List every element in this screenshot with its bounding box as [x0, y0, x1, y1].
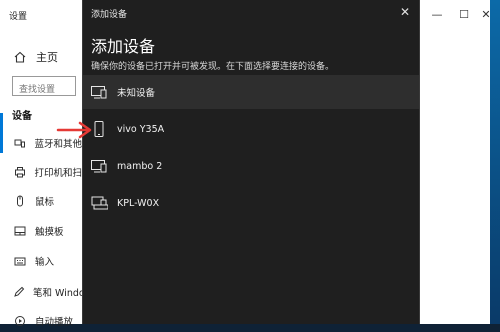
- annotation-arrow-icon: [56, 121, 92, 139]
- home-icon: [14, 48, 26, 67]
- nav-item-label: 鼠标: [35, 197, 55, 208]
- computer-icon: [89, 82, 109, 102]
- settings-content-area: [419, 32, 490, 324]
- desktop-icon: [89, 193, 109, 213]
- nav-home-label: 主页: [36, 51, 58, 64]
- pen-icon: [13, 285, 25, 299]
- computer-icon: [89, 156, 109, 176]
- device-item-kpl[interactable]: KPL-W0X: [83, 186, 419, 220]
- dialog-subtitle: 确保你的设备已打开并可被发现。在下面选择要连接的设备。: [91, 62, 335, 72]
- section-title: 设备: [12, 111, 32, 122]
- nav-item-label: 打印机和扫: [34, 168, 82, 179]
- device-name: 未知设备: [117, 88, 156, 99]
- close-button[interactable]: ✕: [474, 6, 498, 24]
- device-item-vivo[interactable]: vivo Y35A: [83, 112, 419, 146]
- nav-item-pen[interactable]: 笔和 Windo: [0, 281, 85, 303]
- nav-item-label: 触摸板: [35, 227, 64, 238]
- search-input[interactable]: [13, 81, 79, 98]
- dialog-titlebar: 添加设备 ✕: [83, 0, 419, 24]
- maximize-button[interactable]: ☐: [452, 6, 476, 24]
- nav-item-label: 输入: [35, 257, 55, 268]
- nav-item-touchpad[interactable]: 触摸板: [0, 220, 82, 242]
- nav-item-typing[interactable]: 输入: [0, 250, 82, 272]
- nav-item-autoplay[interactable]: 自动播放: [0, 310, 82, 332]
- nav-home[interactable]: 主页: [14, 48, 58, 66]
- nav-item-label: 自动播放: [35, 317, 74, 328]
- add-device-dialog: 添加设备 ✕ 添加设备 确保你的设备已打开并可被发现。在下面选择要连接的设备。 …: [82, 0, 420, 324]
- nav-item-mouse[interactable]: 鼠标: [0, 190, 82, 212]
- keyboard-icon: [13, 254, 27, 268]
- search-box[interactable]: [12, 76, 79, 98]
- nav-item-printers[interactable]: 打印机和扫: [0, 161, 82, 183]
- nav-item-label: 笔和 Windo: [33, 288, 85, 299]
- touchpad-icon: [13, 224, 27, 238]
- device-name: mambo 2: [117, 160, 163, 172]
- device-item-unknown[interactable]: 未知设备: [83, 75, 419, 109]
- dialog-close-button[interactable]: ✕: [395, 2, 415, 22]
- device-name: vivo Y35A: [117, 123, 165, 135]
- bluetooth-icon: [13, 136, 26, 150]
- minimize-button[interactable]: —: [425, 6, 449, 24]
- printer-icon: [13, 165, 26, 179]
- device-name: KPL-W0X: [117, 197, 160, 209]
- dialog-title: 添加设备: [91, 10, 128, 20]
- settings-window-title: 设置: [9, 12, 28, 22]
- autoplay-icon: [13, 314, 27, 328]
- mouse-icon: [13, 194, 27, 208]
- device-item-mambo[interactable]: mambo 2: [83, 149, 419, 183]
- dialog-heading: 添加设备: [91, 37, 156, 56]
